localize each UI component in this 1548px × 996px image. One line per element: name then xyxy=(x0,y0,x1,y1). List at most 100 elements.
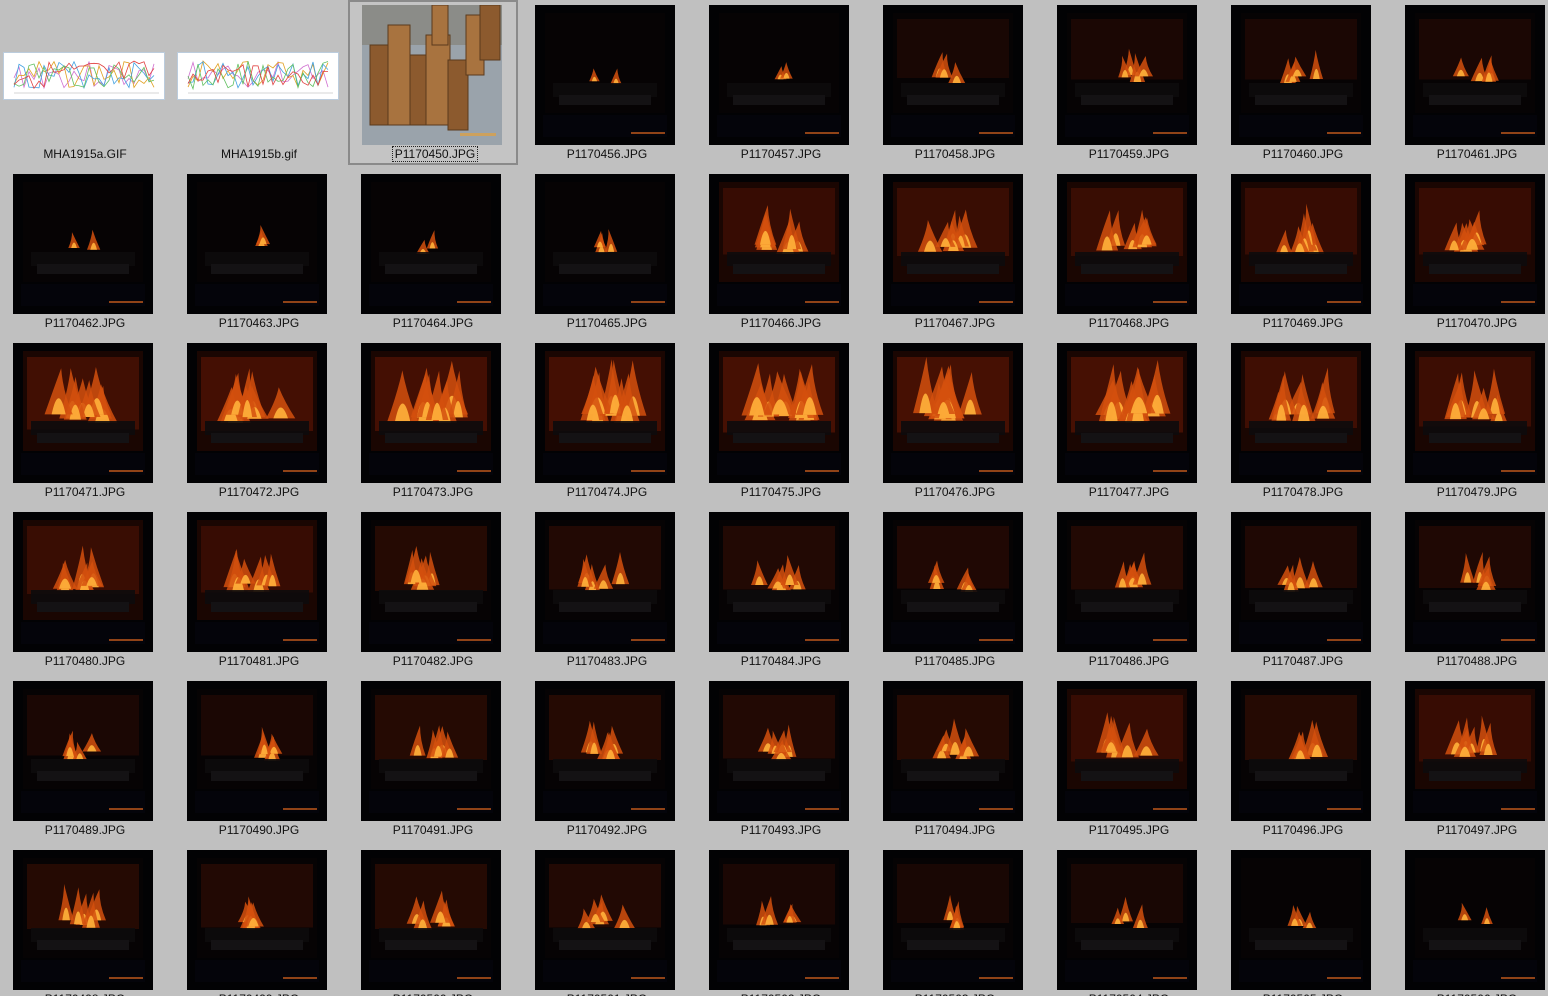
file-item[interactable]: P1170500.JPG xyxy=(348,845,518,996)
file-thumbnail[interactable] xyxy=(13,174,153,314)
file-item[interactable]: P1170467.JPG xyxy=(870,169,1040,334)
file-thumbnail[interactable] xyxy=(1231,5,1371,145)
file-item[interactable]: P1170480.JPG xyxy=(0,507,170,672)
file-name-label[interactable]: P1170499.JPG xyxy=(174,992,344,996)
file-thumbnail[interactable] xyxy=(709,343,849,483)
file-name-label[interactable]: P1170450.JPG xyxy=(350,146,520,162)
file-thumbnail[interactable] xyxy=(187,343,327,483)
file-name-label[interactable]: P1170504.JPG xyxy=(1044,992,1214,996)
file-thumbnail[interactable] xyxy=(883,681,1023,821)
file-item[interactable]: P1170463.JPG xyxy=(174,169,344,334)
file-thumbnail[interactable] xyxy=(535,512,675,652)
file-thumbnail[interactable] xyxy=(1231,174,1371,314)
file-name-label[interactable]: P1170498.JPG xyxy=(0,992,170,996)
file-thumbnail[interactable] xyxy=(1231,512,1371,652)
file-name-label[interactable]: P1170461.JPG xyxy=(1392,147,1548,161)
file-thumbnail[interactable] xyxy=(1405,681,1545,821)
file-name-label[interactable]: P1170474.JPG xyxy=(522,485,692,499)
file-item[interactable]: P1170475.JPG xyxy=(696,338,866,503)
file-item[interactable]: P1170505.JPG xyxy=(1218,845,1388,996)
file-item[interactable]: P1170478.JPG xyxy=(1218,338,1388,503)
file-item[interactable]: P1170462.JPG xyxy=(0,169,170,334)
file-name-label[interactable]: P1170467.JPG xyxy=(870,316,1040,330)
file-item[interactable]: P1170485.JPG xyxy=(870,507,1040,672)
file-name-label[interactable]: P1170476.JPG xyxy=(870,485,1040,499)
file-thumbnail[interactable] xyxy=(187,681,327,821)
file-item[interactable]: P1170498.JPG xyxy=(0,845,170,996)
file-name-label[interactable]: P1170481.JPG xyxy=(174,654,344,668)
file-item[interactable]: P1170468.JPG xyxy=(1044,169,1214,334)
file-name-label[interactable]: P1170458.JPG xyxy=(870,147,1040,161)
file-thumbnail[interactable] xyxy=(1057,512,1197,652)
file-item[interactable]: P1170465.JPG xyxy=(522,169,692,334)
file-name-label[interactable]: P1170486.JPG xyxy=(1044,654,1214,668)
file-name-label[interactable]: P1170459.JPG xyxy=(1044,147,1214,161)
file-name-label[interactable]: P1170494.JPG xyxy=(870,823,1040,837)
file-name-label[interactable]: P1170480.JPG xyxy=(0,654,170,668)
file-name-label[interactable]: MHA1915b.gif xyxy=(174,147,344,161)
file-item[interactable]: P1170464.JPG xyxy=(348,169,518,334)
file-item[interactable]: P1170497.JPG xyxy=(1392,676,1548,841)
file-thumbnail[interactable] xyxy=(883,850,1023,990)
file-name-label[interactable]: P1170488.JPG xyxy=(1392,654,1548,668)
file-name-label[interactable]: P1170505.JPG xyxy=(1218,992,1388,996)
file-thumbnail[interactable] xyxy=(535,681,675,821)
file-name-label[interactable]: P1170468.JPG xyxy=(1044,316,1214,330)
file-name-label[interactable]: P1170489.JPG xyxy=(0,823,170,837)
file-thumbnail[interactable] xyxy=(1231,850,1371,990)
file-thumbnail[interactable] xyxy=(1405,5,1545,145)
file-item[interactable]: P1170458.JPG xyxy=(870,0,1040,165)
file-thumbnail[interactable] xyxy=(709,5,849,145)
file-thumbnail[interactable] xyxy=(13,681,153,821)
file-item[interactable]: MHA1915b.gif xyxy=(174,0,344,165)
file-name-label[interactable]: P1170463.JPG xyxy=(174,316,344,330)
file-thumbnail[interactable] xyxy=(709,850,849,990)
file-thumbnail[interactable] xyxy=(709,681,849,821)
file-thumbnail[interactable] xyxy=(1057,5,1197,145)
file-item[interactable]: P1170506.JPG xyxy=(1392,845,1548,996)
file-item[interactable]: P1170457.JPG xyxy=(696,0,866,165)
file-item[interactable]: P1170469.JPG xyxy=(1218,169,1388,334)
file-name-label[interactable]: MHA1915a.GIF xyxy=(0,147,170,161)
file-name-label[interactable]: P1170465.JPG xyxy=(522,316,692,330)
file-name-label[interactable]: P1170501.JPG xyxy=(522,992,692,996)
file-item[interactable]: P1170491.JPG xyxy=(348,676,518,841)
file-thumbnail[interactable] xyxy=(1057,850,1197,990)
file-thumbnail[interactable] xyxy=(361,850,501,990)
file-item[interactable]: P1170477.JPG xyxy=(1044,338,1214,503)
file-item[interactable]: P1170479.JPG xyxy=(1392,338,1548,503)
file-item[interactable]: P1170450.JPG xyxy=(348,0,518,165)
file-item[interactable]: P1170476.JPG xyxy=(870,338,1040,503)
file-item[interactable]: P1170487.JPG xyxy=(1218,507,1388,672)
file-item[interactable]: P1170474.JPG xyxy=(522,338,692,503)
file-thumbnail[interactable] xyxy=(187,850,327,990)
file-thumbnail[interactable] xyxy=(535,5,675,145)
file-name-label[interactable]: P1170482.JPG xyxy=(348,654,518,668)
file-item[interactable]: MHA1915a.GIF xyxy=(0,0,170,165)
file-item[interactable]: P1170460.JPG xyxy=(1218,0,1388,165)
file-item[interactable]: P1170466.JPG xyxy=(696,169,866,334)
file-thumbnail[interactable] xyxy=(1405,174,1545,314)
file-item[interactable]: P1170488.JPG xyxy=(1392,507,1548,672)
file-thumbnail[interactable] xyxy=(362,5,502,145)
file-name-label[interactable]: P1170487.JPG xyxy=(1218,654,1388,668)
file-thumbnail[interactable] xyxy=(177,52,339,100)
file-name-label[interactable]: P1170470.JPG xyxy=(1392,316,1548,330)
file-item[interactable]: P1170499.JPG xyxy=(174,845,344,996)
file-item[interactable]: P1170504.JPG xyxy=(1044,845,1214,996)
file-item[interactable]: P1170481.JPG xyxy=(174,507,344,672)
file-item[interactable]: P1170473.JPG xyxy=(348,338,518,503)
file-name-label[interactable]: P1170469.JPG xyxy=(1218,316,1388,330)
file-name-label[interactable]: P1170466.JPG xyxy=(696,316,866,330)
file-name-label[interactable]: P1170479.JPG xyxy=(1392,485,1548,499)
file-item[interactable]: P1170484.JPG xyxy=(696,507,866,672)
file-thumbnail[interactable] xyxy=(13,343,153,483)
file-thumbnail[interactable] xyxy=(1231,681,1371,821)
file-thumbnail[interactable] xyxy=(535,343,675,483)
file-thumbnail[interactable] xyxy=(709,512,849,652)
file-thumbnail[interactable] xyxy=(883,512,1023,652)
file-item[interactable]: P1170492.JPG xyxy=(522,676,692,841)
file-name-label[interactable]: P1170456.JPG xyxy=(522,147,692,161)
file-item[interactable]: P1170472.JPG xyxy=(174,338,344,503)
file-name-label[interactable]: P1170502.JPG xyxy=(696,992,866,996)
